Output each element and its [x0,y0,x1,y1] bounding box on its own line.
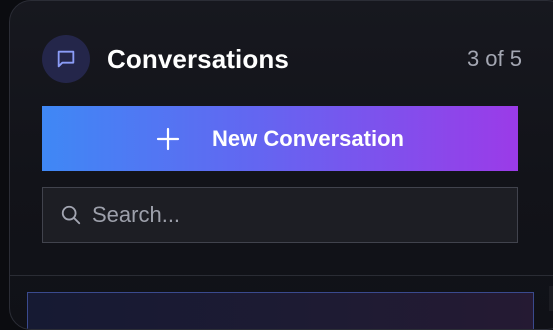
conversation-list-item-selected[interactable] [27,292,534,329]
panel-header: Conversations 3 of 5 [42,35,522,83]
conversations-panel: Conversations 3 of 5 New Conversation [9,0,553,330]
chat-bubble-icon [42,35,90,83]
header-divider [10,275,553,276]
new-conversation-label: New Conversation [212,125,404,151]
new-conversation-button[interactable]: New Conversation [42,106,518,171]
search-box[interactable] [42,187,518,243]
conversation-count: 3 of 5 [466,46,522,71]
plus-icon [156,127,180,150]
scrollbar-track[interactable] [549,286,553,311]
search-icon [61,205,81,225]
search-input[interactable] [92,202,492,228]
panel-title: Conversations [107,43,289,74]
